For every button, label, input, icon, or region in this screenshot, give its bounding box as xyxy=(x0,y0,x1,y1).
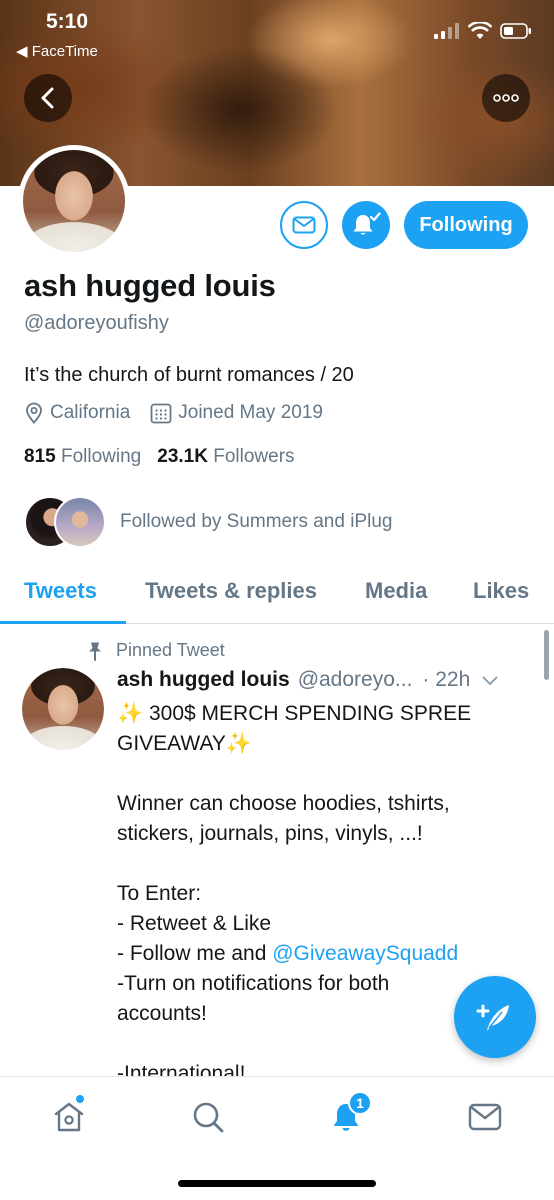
envelope-icon xyxy=(292,216,316,234)
back-triangle-icon: ◀ xyxy=(16,43,28,60)
following-button[interactable]: Following xyxy=(404,201,528,249)
tweet-line: ✨ 300$ MERCH SPENDING SPREE xyxy=(117,699,527,729)
following-count-link[interactable]: 815 Following xyxy=(24,446,141,468)
tab-messages[interactable] xyxy=(465,1097,505,1137)
sparkles-icon: ✨ xyxy=(225,732,253,755)
message-button[interactable] xyxy=(280,201,328,249)
tweet-line-text: 300$ MERCH SPENDING SPREE xyxy=(149,702,472,725)
tweet-line-text: GIVEAWAY xyxy=(117,732,226,755)
tweet-author-handle: @adoreyo... xyxy=(297,668,413,691)
tab-likes[interactable]: Likes xyxy=(473,578,529,604)
tweet-line: - Follow me and @GiveawaySquadd xyxy=(117,939,527,969)
follow-counts: 815 Following 23.1K Followers xyxy=(24,446,295,468)
joined-item: Joined May 2019 xyxy=(150,402,323,424)
back-arrow-icon xyxy=(41,87,54,109)
tweet-timestamp: · 22h xyxy=(422,668,471,691)
tweet-line: - Retweet & Like xyxy=(117,912,272,935)
sparkles-icon: ✨ xyxy=(117,702,144,725)
avatar-image xyxy=(23,150,125,252)
status-icons xyxy=(434,22,532,40)
tab-tweets-replies[interactable]: Tweets & replies xyxy=(145,578,317,604)
back-button[interactable] xyxy=(24,74,72,122)
chevron-down-icon xyxy=(482,676,498,685)
compose-tweet-button[interactable] xyxy=(454,976,536,1058)
tab-tweets[interactable]: Tweets xyxy=(24,578,97,604)
tweet-line: GIVEAWAY✨ xyxy=(117,729,527,759)
mail-icon xyxy=(468,1103,502,1131)
pinned-text: Pinned Tweet xyxy=(116,640,225,660)
scrollbar[interactable] xyxy=(544,630,549,680)
mention-link[interactable]: @GiveawaySquadd xyxy=(272,942,458,965)
followers-label: Followers xyxy=(213,446,295,467)
location-item: California xyxy=(24,402,130,424)
tab-notifications[interactable]: 1 xyxy=(326,1091,372,1137)
home-indicator[interactable] xyxy=(178,1180,376,1187)
more-dots-icon xyxy=(493,94,519,102)
compose-quill-icon xyxy=(476,1004,509,1031)
tweet-menu-button[interactable] xyxy=(482,668,498,692)
return-app-label: FaceTime xyxy=(31,43,98,60)
status-bar: 5:10 ◀ FaceTime xyxy=(0,0,554,70)
pushpin-icon xyxy=(89,642,101,661)
pinned-label: Pinned Tweet xyxy=(86,640,225,661)
search-icon xyxy=(193,1102,224,1133)
tweet-line: stickers, journals, pins, vinyls, ...! xyxy=(117,822,423,845)
tab-search[interactable] xyxy=(188,1097,228,1137)
active-tab-indicator xyxy=(0,621,126,624)
tweet-line-text: - Follow me and xyxy=(117,942,273,965)
followed-by-text: Followed by Summers and iPlug xyxy=(120,511,393,532)
status-time: 5:10 xyxy=(46,10,89,33)
bio: It’s the church of burnt romances / 20 xyxy=(24,364,354,386)
profile-avatar[interactable] xyxy=(18,145,130,257)
tweet-line: To Enter: xyxy=(117,882,202,905)
followers-count: 23.1K xyxy=(157,446,208,467)
following-count: 815 xyxy=(24,446,56,467)
profile-meta: California Joined May 2019 xyxy=(24,402,343,424)
new-content-dot xyxy=(76,1095,84,1103)
wifi-icon xyxy=(468,22,492,39)
avatar-image xyxy=(22,668,104,750)
following-label: Following xyxy=(60,446,142,467)
tweet-header: ash hugged louis @adoreyo... · 22h xyxy=(117,668,537,692)
bell-check-icon xyxy=(353,212,381,235)
signal-icon xyxy=(434,23,459,39)
display-name: ash hugged louis xyxy=(24,268,276,303)
home-icon xyxy=(54,1102,84,1132)
joined-text: Joined May 2019 xyxy=(178,402,323,423)
notification-badge: 1 xyxy=(348,1091,372,1115)
profile-tabs: Tweets Tweets & replies Media Likes xyxy=(0,562,554,624)
follower-avatar xyxy=(54,496,106,548)
calendar-icon xyxy=(150,403,172,424)
return-to-app-link[interactable]: ◀ FaceTime xyxy=(16,42,98,60)
notifications-toggle-button[interactable] xyxy=(342,201,390,249)
followed-by-row[interactable]: Followed by Summers and iPlug xyxy=(24,496,392,548)
tweet-line: Winner can choose hoodies, tshirts, xyxy=(117,792,450,815)
tweet-author-name[interactable]: ash hugged louis xyxy=(117,668,290,692)
more-options-button[interactable] xyxy=(482,74,530,122)
location-text: California xyxy=(50,402,131,423)
location-pin-icon xyxy=(26,402,42,424)
followers-count-link[interactable]: 23.1K Followers xyxy=(157,446,294,468)
battery-icon xyxy=(500,23,531,39)
user-handle: @adoreyoufishy xyxy=(24,312,169,334)
tweet-author-avatar[interactable] xyxy=(22,668,104,750)
tab-media[interactable]: Media xyxy=(365,578,427,604)
tab-home[interactable] xyxy=(49,1095,89,1137)
